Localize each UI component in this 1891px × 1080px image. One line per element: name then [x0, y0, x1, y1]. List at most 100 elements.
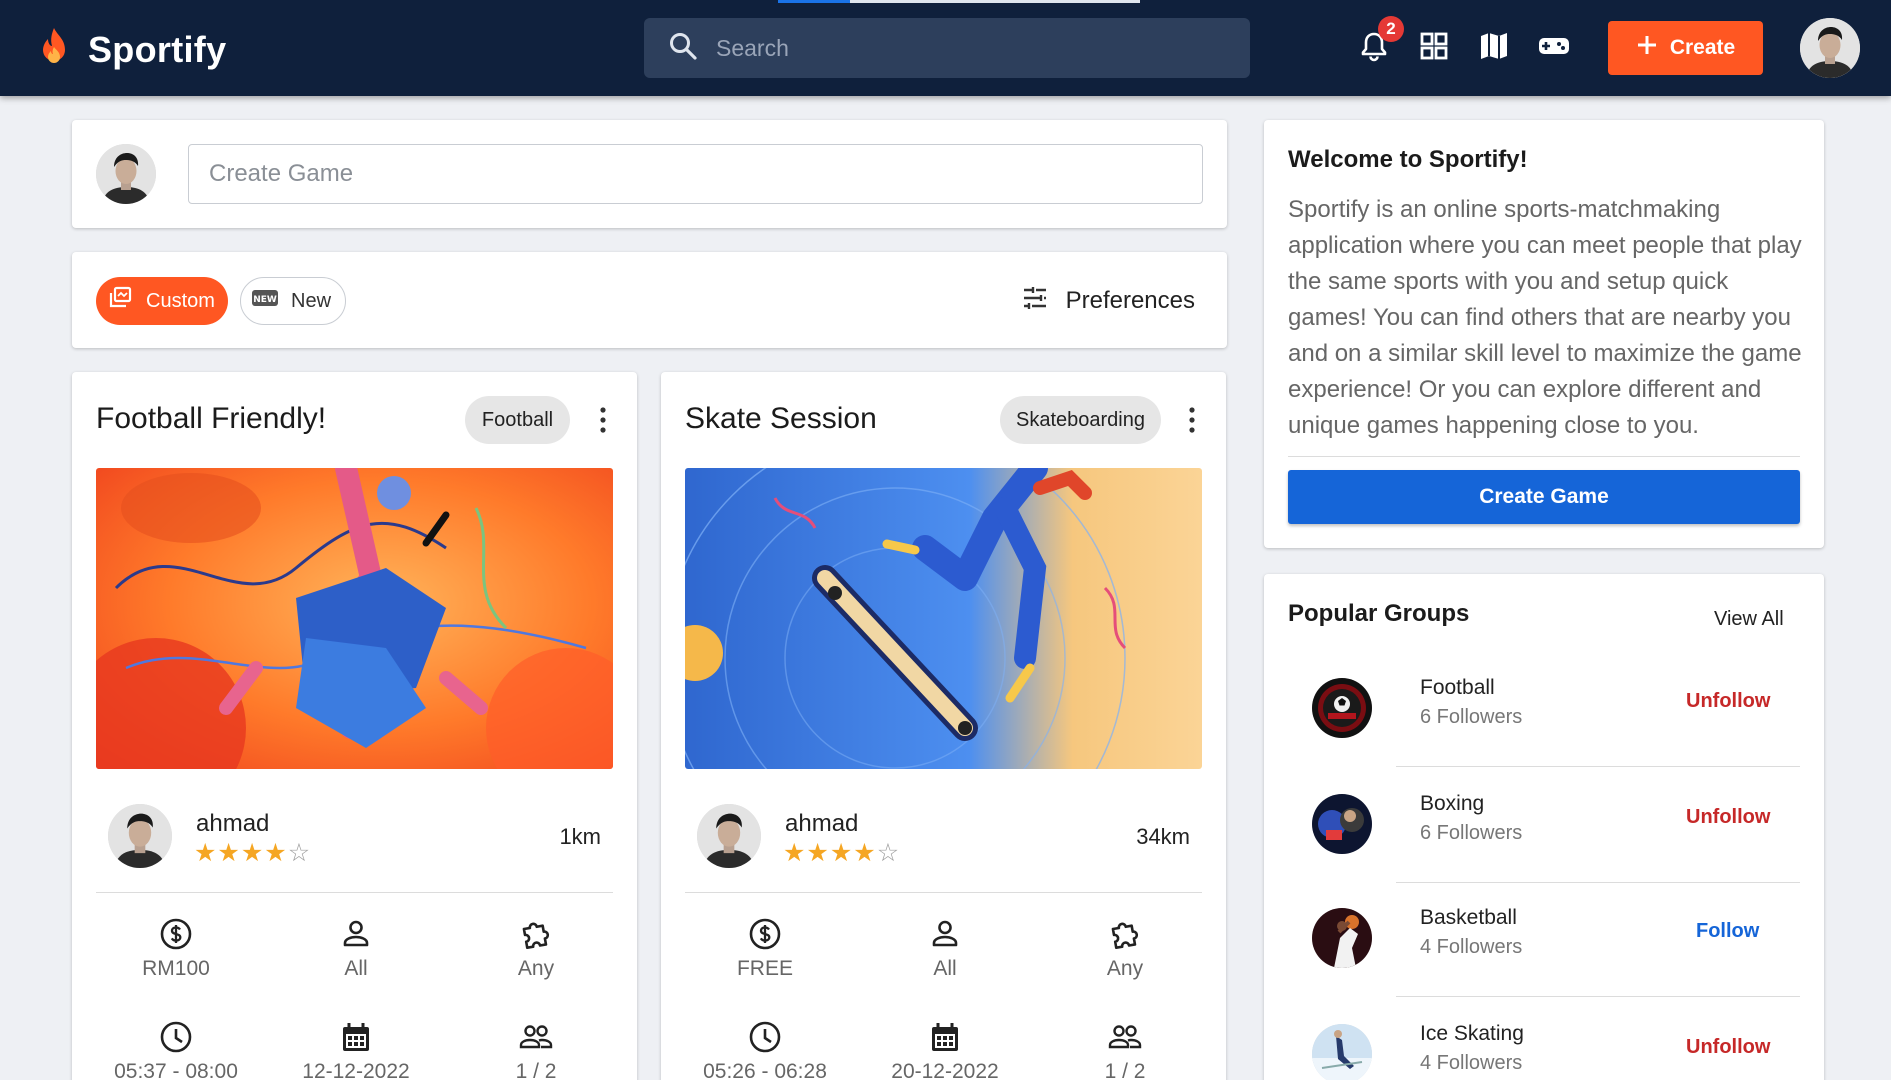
tune-icon	[1020, 283, 1050, 320]
time-value: 05:37 - 08:00	[114, 1060, 238, 1080]
custom-filter-chip[interactable]: Custom	[96, 277, 228, 325]
brand[interactable]: Sportify	[32, 25, 226, 74]
new-badge-icon: NEW	[251, 284, 279, 318]
preferences-button[interactable]: Preferences	[1020, 280, 1195, 322]
group-followers: 4 Followers	[1420, 936, 1523, 958]
group-icon	[1055, 1020, 1195, 1054]
date-stat: 20-12-2022	[875, 1020, 1015, 1080]
svg-text:NEW: NEW	[253, 295, 277, 305]
puzzle-icon	[1055, 917, 1195, 951]
host-name[interactable]: ahmad	[785, 810, 858, 838]
skill-value: Any	[517, 957, 555, 980]
popular-groups-card: Popular Groups View All Football 6 Follo…	[1264, 574, 1824, 1080]
gamepad-icon	[1538, 30, 1570, 67]
divider	[685, 892, 1202, 893]
group-followers: 6 Followers	[1420, 822, 1523, 844]
players-stat: 1 / 2	[466, 1020, 606, 1080]
unfollow-button[interactable]: Unfollow	[1686, 806, 1770, 829]
skill-stat: Any	[1055, 917, 1195, 981]
map-button[interactable]	[1474, 28, 1514, 68]
group-row[interactable]: Ice Skating 4 Followers Unfollow	[1288, 998, 1800, 1080]
unfollow-button[interactable]: Unfollow	[1686, 1036, 1770, 1059]
search-input[interactable]	[716, 34, 1216, 62]
price-stat: RM100	[106, 917, 246, 981]
gender-value: All	[344, 957, 368, 980]
game-card[interactable]: Skate Session Skateboarding ahmad ★★★★☆ …	[661, 372, 1226, 1080]
group-followers: 6 Followers	[1420, 706, 1523, 728]
grid-icon	[1418, 30, 1450, 67]
players-stat: 1 / 2	[1055, 1020, 1195, 1080]
group-name: Boxing	[1420, 792, 1485, 815]
sport-tag[interactable]: Football	[465, 396, 570, 444]
host-name[interactable]: ahmad	[196, 810, 269, 838]
games-button[interactable]	[1534, 28, 1574, 68]
star-filled-icon: ★	[240, 839, 265, 867]
star-filled-icon: ★	[194, 839, 218, 867]
price-stat: FREE	[695, 917, 835, 981]
time-stat: 05:37 - 08:00	[106, 1020, 246, 1080]
group-row[interactable]: Boxing 6 Followers Unfollow	[1288, 768, 1800, 883]
new-filter-label: New	[291, 289, 332, 312]
sport-tag[interactable]: Skateboarding	[1000, 396, 1161, 444]
group-name: Basketball	[1420, 906, 1517, 929]
puzzle-icon	[466, 917, 606, 951]
create-game-button[interactable]: Create Game	[1288, 470, 1800, 524]
game-title: Football Friendly!	[96, 402, 327, 435]
person-icon	[875, 917, 1015, 951]
date-value: 20-12-2022	[891, 1060, 999, 1080]
group-row[interactable]: Football 6 Followers Unfollow	[1288, 652, 1800, 767]
more-options-button[interactable]	[1182, 402, 1202, 438]
dollar-icon	[106, 917, 246, 951]
dashboard-button[interactable]	[1414, 28, 1454, 68]
feed-filter-bar: Custom NEW New Preferences	[72, 252, 1227, 348]
star-outline-icon: ☆	[876, 839, 901, 867]
game-card[interactable]: Football Friendly! Football ahmad ★★★★☆ …	[72, 372, 637, 1080]
players-value: 1 / 2	[515, 1060, 557, 1080]
more-options-button[interactable]	[593, 402, 613, 438]
host-rating-stars: ★★★★☆	[783, 840, 900, 866]
game-cover-image	[96, 468, 613, 769]
custom-filter-label: Custom	[146, 289, 215, 312]
top-navbar: Sportify 2 Create	[0, 0, 1891, 96]
host-info: ahmad ★★★★☆ 34km	[697, 804, 1190, 868]
group-followers: 4 Followers	[1420, 1052, 1523, 1074]
follow-button[interactable]: Follow	[1696, 920, 1759, 943]
star-filled-icon: ★	[829, 839, 854, 867]
host-rating-stars: ★★★★☆	[194, 840, 311, 866]
host-info: ahmad ★★★★☆ 1km	[108, 804, 601, 868]
view-all-link[interactable]: View All	[1714, 608, 1784, 631]
group-avatar	[1312, 678, 1372, 738]
calendar-icon	[286, 1020, 426, 1054]
group-name: Football	[1420, 676, 1495, 699]
star-filled-icon: ★	[783, 839, 807, 867]
group-row[interactable]: Basketball 4 Followers Follow	[1288, 882, 1800, 997]
dollar-icon	[695, 917, 835, 951]
date-value: 12-12-2022	[302, 1060, 410, 1080]
group-avatar	[1312, 908, 1372, 968]
divider	[1288, 456, 1800, 457]
host-avatar[interactable]	[108, 804, 172, 868]
divider	[1396, 766, 1800, 767]
loading-progress-bar	[778, 0, 1140, 3]
create-button-label: Create	[1669, 36, 1736, 59]
distance: 34km	[1136, 824, 1190, 849]
gender-value: All	[933, 957, 957, 980]
user-avatar	[96, 144, 156, 204]
host-avatar[interactable]	[697, 804, 761, 868]
create-button[interactable]: Create	[1608, 21, 1763, 75]
unfollow-button[interactable]: Unfollow	[1686, 690, 1770, 713]
clock-icon	[106, 1020, 246, 1054]
search-bar[interactable]	[644, 18, 1250, 78]
skill-value: Any	[1106, 957, 1144, 980]
new-filter-chip[interactable]: NEW New	[240, 277, 346, 325]
skill-stat: Any	[466, 917, 606, 981]
welcome-body: Sportify is an online sports-matchmaking…	[1288, 196, 1802, 439]
collections-icon	[106, 284, 134, 318]
calendar-icon	[875, 1020, 1015, 1054]
divider	[1396, 996, 1800, 997]
game-title: Skate Session	[685, 402, 877, 435]
game-cover-image	[685, 468, 1202, 769]
create-game-input[interactable]	[188, 144, 1203, 204]
profile-avatar[interactable]	[1800, 18, 1860, 78]
time-stat: 05:26 - 06:28	[695, 1020, 835, 1080]
